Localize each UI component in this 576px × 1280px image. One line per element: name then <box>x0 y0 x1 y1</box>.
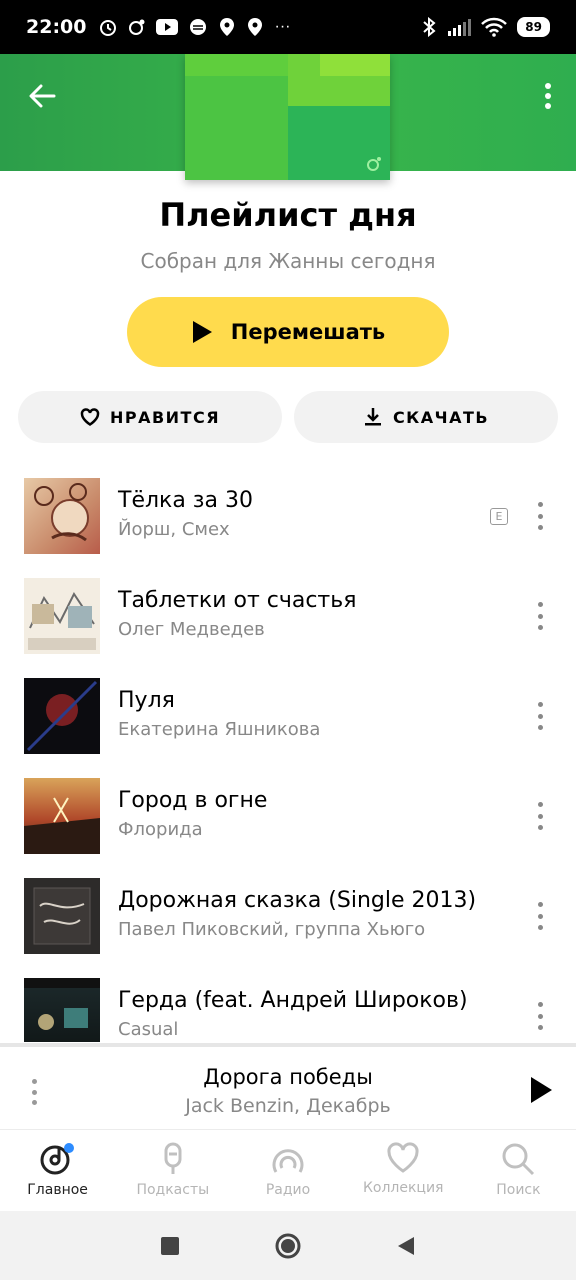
track-artist: Олег Медведев <box>118 619 265 640</box>
page-title: Плейлист дня <box>159 196 417 234</box>
track-artist: Casual <box>118 1019 179 1040</box>
play-icon[interactable] <box>528 1075 554 1105</box>
track-row[interactable]: Тёлка за 30 Йорш, Смех E <box>0 466 576 566</box>
recent-apps-icon[interactable] <box>161 1236 179 1255</box>
home-circle-icon[interactable] <box>275 1233 301 1259</box>
location-icon-2 <box>248 18 263 36</box>
youtube-icon <box>156 19 179 35</box>
bottom-navigation: Главное Подкасты Радио Коллекция Поиск <box>0 1129 576 1211</box>
track-list: Тёлка за 30 Йорш, Смех E Таблетки от сча… <box>0 466 576 1042</box>
nav-radio-label: Радио <box>265 1182 311 1198</box>
mini-player[interactable]: Дорога победы Jack Benzin, Декабрь <box>0 1043 576 1129</box>
back-triangle-icon[interactable] <box>397 1236 415 1256</box>
shuffle-button[interactable]: Перемешать <box>127 297 449 367</box>
track-menu-button[interactable] <box>534 502 546 530</box>
nav-podcasts[interactable]: Подкасты <box>115 1130 230 1211</box>
track-cover <box>24 778 100 854</box>
heart-icon <box>387 1142 419 1173</box>
track-cover <box>24 578 100 654</box>
track-cover <box>24 478 100 554</box>
track-row[interactable]: Город в огне Флорида <box>0 766 576 866</box>
track-menu-button[interactable] <box>534 802 546 830</box>
more-options-button[interactable] <box>536 76 560 116</box>
track-title: Таблетки от счастья <box>118 588 357 613</box>
music-app-icon <box>129 19 145 35</box>
track-cover <box>24 878 100 954</box>
nav-search[interactable]: Поиск <box>461 1130 576 1211</box>
track-menu-button[interactable] <box>534 702 546 730</box>
track-title: Герда (feat. Андрей Широков) <box>118 988 468 1013</box>
nav-collection-label: Коллекция <box>362 1180 444 1196</box>
track-artist: Флорида <box>118 819 203 840</box>
track-title: Город в огне <box>118 788 268 813</box>
track-cover <box>24 978 100 1042</box>
location-icon <box>220 18 235 36</box>
track-menu-button[interactable] <box>534 602 546 630</box>
system-status-icons: 89 <box>421 17 550 37</box>
signal-icon <box>448 19 472 36</box>
like-label: НРАВИТСЯ <box>109 407 221 427</box>
track-title: Дорожная сказка (Single 2013) <box>118 888 477 913</box>
nav-podcasts-label: Подкасты <box>136 1182 210 1198</box>
play-icon <box>192 321 212 343</box>
download-label: СКАЧАТЬ <box>392 407 490 427</box>
playlist-subtitle: Собран для Жанны сегодня <box>140 249 436 273</box>
more-notifications: ··· <box>274 18 291 35</box>
music-note-icon <box>367 157 381 171</box>
status-bar: 22:00 ··· 89 <box>0 0 576 54</box>
status-time: 22:00 <box>26 16 87 38</box>
vertical-dots-icon <box>545 83 551 109</box>
back-button[interactable] <box>22 76 62 116</box>
download-button[interactable]: СКАЧАТЬ <box>294 391 558 443</box>
alarm-icon <box>100 20 117 36</box>
system-navigation-bar <box>0 1211 576 1280</box>
now-playing-title: Дорога победы <box>203 1065 373 1089</box>
microphone-icon <box>164 1142 182 1174</box>
track-row[interactable]: Таблетки от счастья Олег Медведев <box>0 566 576 666</box>
track-cover <box>24 678 100 754</box>
track-menu-button[interactable] <box>534 902 546 930</box>
home-music-icon <box>40 1143 74 1175</box>
track-row[interactable]: Пуля Екатерина Яшникова <box>0 666 576 766</box>
track-artist: Павел Пиковский, группа Хьюго <box>118 919 426 940</box>
heart-icon <box>80 408 100 426</box>
search-icon <box>502 1143 535 1176</box>
like-button[interactable]: НРАВИТСЯ <box>18 391 282 443</box>
download-icon <box>364 408 381 426</box>
wifi-icon <box>481 17 508 37</box>
battery-indicator: 89 <box>517 17 550 37</box>
nav-radio[interactable]: Радио <box>230 1130 345 1211</box>
nav-home[interactable]: Главное <box>0 1130 115 1211</box>
nav-home-label: Главное <box>27 1182 88 1198</box>
track-row[interactable]: Герда (feat. Андрей Широков) Casual <box>0 966 576 1042</box>
track-row[interactable]: Дорожная сказка (Single 2013) Павел Пико… <box>0 866 576 966</box>
track-menu-button[interactable] <box>534 1002 546 1030</box>
track-title: Пуля <box>118 688 175 713</box>
bank-icon <box>190 19 207 35</box>
bluetooth-icon <box>423 17 436 37</box>
radio-icon <box>272 1149 304 1173</box>
nav-collection[interactable]: Коллекция <box>346 1130 461 1211</box>
track-artist: Екатерина Яшникова <box>118 719 321 740</box>
track-artist: Йорш, Смех <box>118 519 230 540</box>
explicit-badge: E <box>490 508 508 525</box>
nav-search-label: Поиск <box>496 1182 541 1198</box>
playlist-cover <box>185 54 390 180</box>
arrow-left-icon <box>29 84 56 108</box>
now-playing-artist: Jack Benzin, Декабрь <box>185 1095 391 1117</box>
shuffle-label: Перемешать <box>230 320 386 344</box>
track-title: Тёлка за 30 <box>118 488 253 513</box>
notification-icons: ··· <box>98 17 290 37</box>
